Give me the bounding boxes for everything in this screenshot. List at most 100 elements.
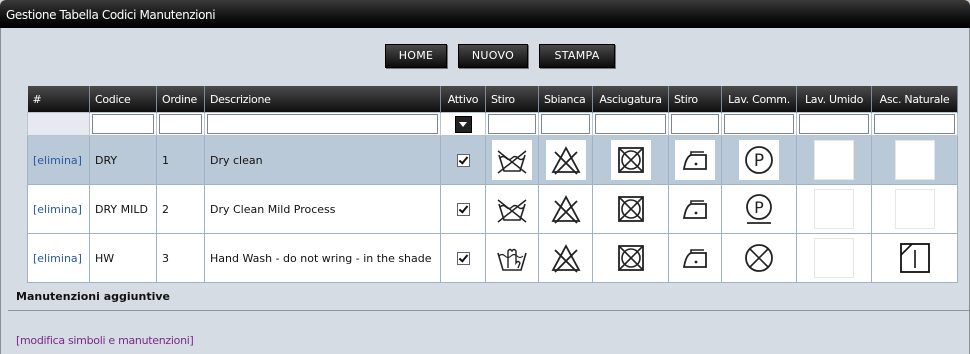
filter-code-cell: [89, 112, 157, 136]
print-button[interactable]: STAMPA: [539, 44, 615, 68]
column-header[interactable]: Lav. Comm.: [721, 86, 797, 113]
table-row[interactable]: [elimina] DRY 1 Dry clean P: [27, 135, 958, 185]
filter-active-cell: [440, 112, 486, 136]
filter-asciugatura-input[interactable]: [595, 114, 666, 134]
symbol-cell: [592, 184, 669, 234]
symbol-cell: P: [721, 135, 797, 185]
empty-symbol: [814, 189, 854, 229]
table-row[interactable]: [elimina] DRY MILD 2 Dry Clean Mild Process…: [27, 184, 958, 234]
filter-order-input[interactable]: [159, 114, 202, 134]
table-row[interactable]: [elimina] HW 3 Hand Wash - do not wring - i…: [27, 233, 958, 283]
dry-clean-p-icon: P: [739, 140, 779, 180]
filter-stiro-input[interactable]: [488, 114, 536, 134]
filter-lav-comm-input[interactable]: [724, 114, 794, 134]
symbol-cell: [538, 233, 593, 283]
dry-clean-p-underline-icon: P: [739, 189, 779, 229]
symbol-cell: P: [721, 184, 797, 234]
window-title: Gestione Tabella Codici Manutenzioni: [6, 8, 216, 22]
drip-dry-shade-icon: [894, 238, 935, 278]
symbol-cell: [485, 135, 539, 185]
active-cell: [440, 184, 486, 234]
wash-basin-crossed-icon: [492, 140, 532, 180]
code-cell: DRY: [89, 135, 157, 185]
symbol-cell: [538, 135, 593, 185]
symbol-cell: [871, 135, 958, 185]
column-header[interactable]: Codice: [89, 86, 157, 113]
filter-description-input[interactable]: [207, 114, 438, 134]
svg-text:P: P: [754, 151, 764, 171]
column-header[interactable]: Asc. Naturale: [871, 86, 958, 113]
filter-asciugatura-cell: [592, 112, 669, 136]
filter-active-dropdown[interactable]: [454, 115, 472, 133]
column-header[interactable]: Ordine: [156, 86, 205, 113]
filter-description-cell: [204, 112, 441, 136]
order-cell: 3: [156, 233, 205, 283]
svg-text:P: P: [754, 198, 764, 217]
home-button[interactable]: HOME: [385, 44, 447, 68]
new-button[interactable]: NUOVO: [458, 44, 528, 68]
empty-symbol: [894, 140, 935, 180]
column-header[interactable]: Attivo: [440, 86, 486, 113]
filter-row: [27, 112, 958, 136]
symbol-cell: [796, 184, 872, 234]
delete-cell: [elimina]: [27, 135, 90, 185]
column-header[interactable]: Stiro: [485, 86, 539, 113]
column-header[interactable]: Asciugatura: [592, 86, 669, 113]
empty-symbol: [814, 238, 854, 278]
filter-lav-umido-input[interactable]: [799, 114, 869, 134]
symbol-cell: [668, 135, 722, 185]
code-cell: DRY MILD: [89, 184, 157, 234]
filter-cell-empty: [27, 112, 90, 136]
edit-symbols-link[interactable]: [modifica simboli e manutenzioni]: [16, 334, 194, 347]
filter-lav-comm-cell: [721, 112, 797, 136]
section-title: Manutenzioni aggiuntive: [16, 290, 171, 303]
iron-one-dot-icon: [675, 140, 715, 180]
filter-stiro2-input[interactable]: [671, 114, 719, 134]
column-header[interactable]: Sbianca: [538, 86, 593, 113]
empty-symbol: [894, 189, 935, 229]
symbol-cell: [668, 184, 722, 234]
bleach-crossed-icon: [545, 189, 586, 229]
active-cell: [440, 233, 486, 283]
filter-order-cell: [156, 112, 205, 136]
column-header[interactable]: #: [27, 86, 90, 113]
description-cell: Dry Clean Mild Process: [204, 184, 441, 234]
no-dry-clean-icon: [739, 238, 779, 278]
description-cell: Dry clean: [204, 135, 441, 185]
code-cell: HW: [89, 233, 157, 283]
column-header[interactable]: Lav. Umido: [796, 86, 872, 113]
bleach-crossed-icon: [545, 238, 586, 278]
symbol-cell: [721, 233, 797, 283]
description-cell: Hand Wash - do not wring - in the shade: [204, 233, 441, 283]
active-checkbox[interactable]: [456, 251, 470, 265]
tumble-dry-crossed-icon: [610, 140, 651, 180]
order-cell: 1: [156, 135, 205, 185]
filter-sbianca-cell: [538, 112, 593, 136]
column-header[interactable]: Descrizione: [204, 86, 441, 113]
symbol-cell: [485, 184, 539, 234]
iron-one-dot-icon: [675, 189, 715, 229]
symbol-cell: [871, 233, 958, 283]
delete-link[interactable]: [elimina]: [33, 154, 82, 167]
symbol-cell: [871, 184, 958, 234]
active-checkbox[interactable]: [456, 202, 470, 216]
header-row: # Codice Ordine Descrizione Attivo Stiro Sbian…: [27, 86, 958, 113]
delete-link[interactable]: [elimina]: [33, 203, 82, 216]
symbol-cell: [796, 233, 872, 283]
symbol-cell: [485, 233, 539, 283]
codes-table: # Codice Ordine Descrizione Attivo Stiro Sbian…: [27, 86, 958, 283]
tumble-dry-crossed-icon: [610, 238, 651, 278]
delete-cell: [elimina]: [27, 233, 90, 283]
active-cell: [440, 135, 486, 185]
filter-lav-umido-cell: [796, 112, 872, 136]
symbol-cell: [538, 184, 593, 234]
filter-sbianca-input[interactable]: [541, 114, 590, 134]
toolbar: HOME NUOVO STAMPA: [0, 44, 970, 68]
filter-code-input[interactable]: [92, 114, 154, 134]
filter-asc-naturale-input[interactable]: [874, 114, 955, 134]
delete-link[interactable]: [elimina]: [33, 252, 82, 265]
active-checkbox[interactable]: [456, 153, 470, 167]
section-divider: [8, 310, 970, 311]
column-header[interactable]: Stiro: [668, 86, 722, 113]
symbol-cell: [592, 233, 669, 283]
